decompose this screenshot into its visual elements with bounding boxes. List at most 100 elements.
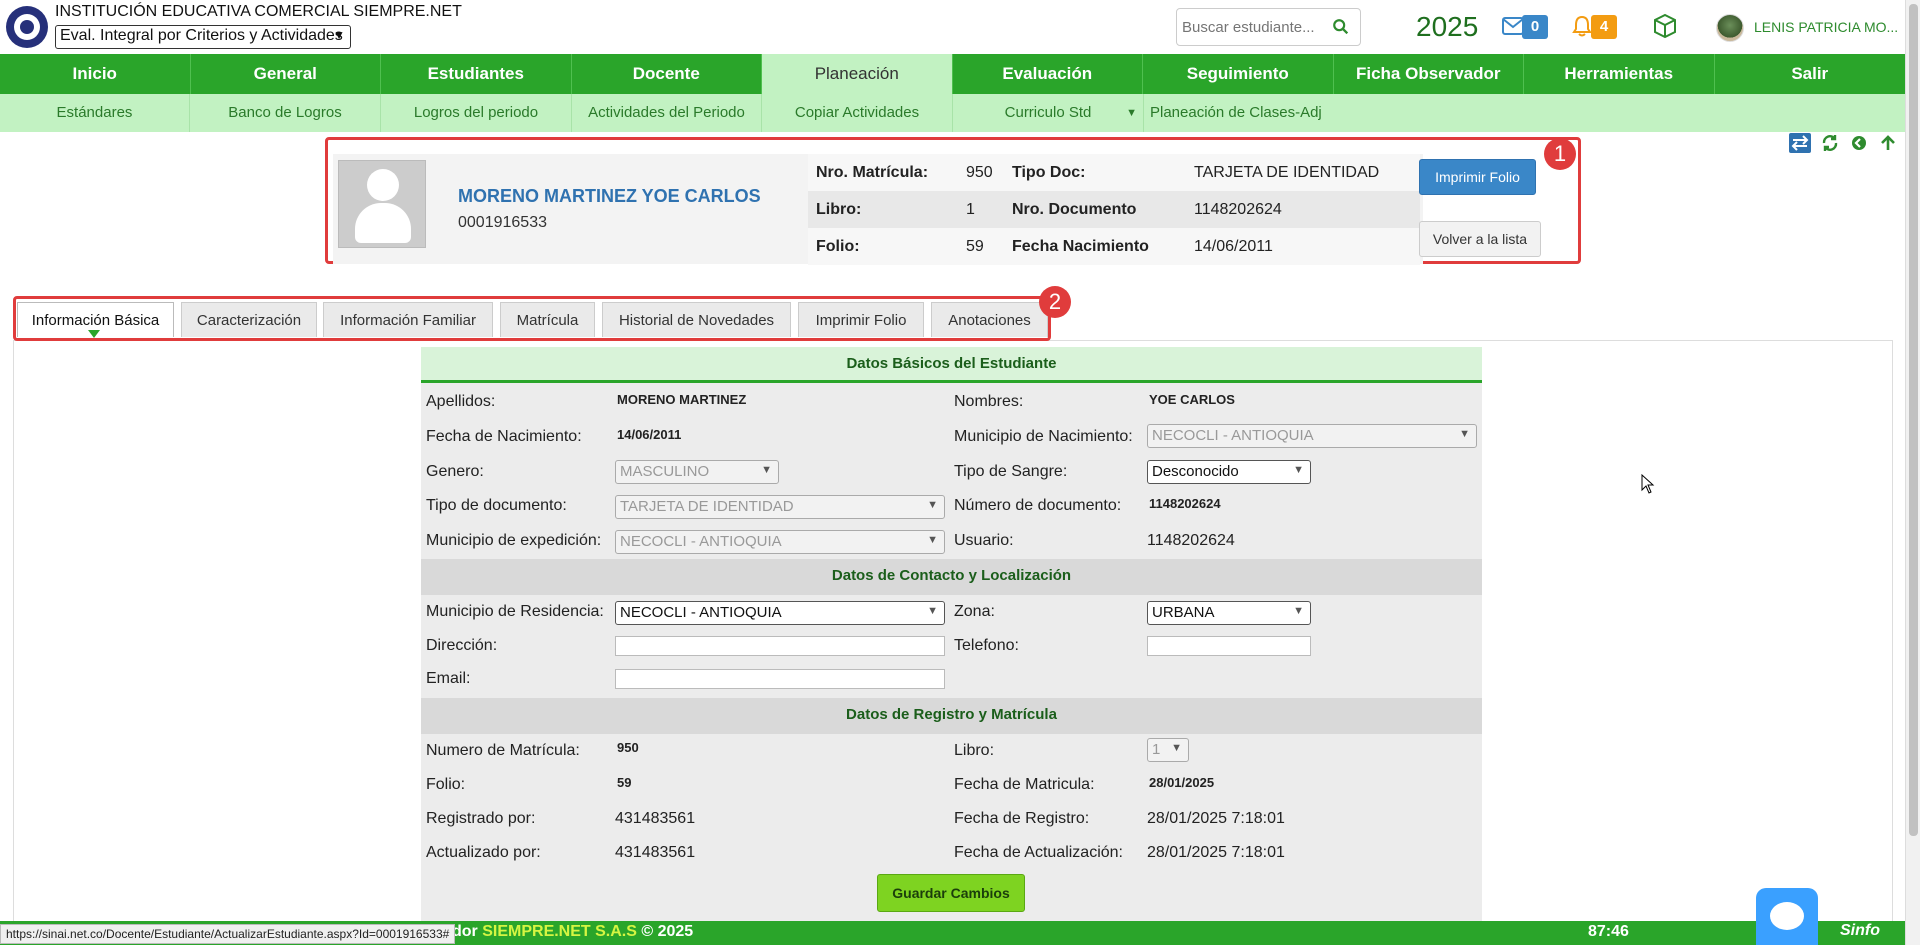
info-label: Fecha Nacimiento (1004, 228, 1186, 265)
zona-label: Zona: (954, 603, 995, 620)
chat-widget-icon[interactable] (1756, 888, 1818, 945)
nav-item-inicio[interactable]: Inicio (0, 54, 191, 94)
info-value: 14/06/2011 (1186, 228, 1420, 265)
numero-matricula-value: 950 (617, 740, 639, 755)
municipio-nacimiento-value: NECOCLI - ANTIOQUIA (1152, 427, 1314, 444)
table-row: Nro. Matrícula: 950 Tipo Doc: TARJETA DE… (808, 154, 1420, 191)
tipo-sangre-select[interactable]: Desconocido ▼ (1147, 460, 1311, 484)
eval-mode-select[interactable]: Eval. Integral por Criterios y Actividad… (55, 25, 351, 49)
save-changes-button[interactable]: Guardar Cambios (877, 874, 1025, 912)
chevron-down-icon: ▼ (1293, 464, 1304, 476)
email-input[interactable] (615, 669, 945, 689)
telefono-label: Telefono: (954, 637, 1019, 654)
annotation-marker-2: 2 (1039, 286, 1071, 318)
genero-value: MASCULINO (620, 463, 710, 480)
back-to-list-button[interactable]: Volver a la lista (1419, 221, 1541, 257)
chevron-down-icon: ▼ (927, 499, 938, 511)
subnav-item-logros-periodo[interactable]: Logros del periodo (381, 94, 572, 132)
fecha-matricula-label: Fecha de Matricula: (954, 776, 1095, 793)
municipio-residencia-value: NECOCLI - ANTIOQUIA (620, 604, 782, 621)
section-registration-data: Datos de Registro y Matrícula (421, 698, 1482, 734)
nav-item-planeacion[interactable]: Planeación (762, 54, 953, 94)
subnav-item-curriculo-std[interactable]: Curriculo Std ▼ (953, 94, 1144, 132)
nombres-label: Nombres: (954, 393, 1024, 410)
tipo-sangre-label: Tipo de Sangre: (954, 463, 1068, 480)
info-value: 59 (958, 228, 1004, 265)
student-info-table: Nro. Matrícula: 950 Tipo Doc: TARJETA DE… (808, 154, 1420, 265)
institution-logo (6, 6, 48, 48)
dropdown-arrow-icon: ▼ (1126, 107, 1137, 119)
page-scrollbar[interactable] (1905, 0, 1920, 945)
curriculo-label: Curriculo Std (1004, 104, 1092, 121)
fecha-matricula-value: 28/01/2025 (1149, 775, 1215, 790)
registrado-por-label: Registrado por: (426, 810, 536, 827)
mail-icon[interactable] (1502, 17, 1524, 35)
numero-matricula-label: Numero de Matrícula: (426, 742, 580, 759)
info-value: 950 (958, 154, 1004, 191)
school-year[interactable]: 2025 (1416, 11, 1478, 43)
student-search[interactable] (1176, 8, 1361, 46)
nav-item-seguimiento[interactable]: Seguimiento (1143, 54, 1334, 94)
mail-count-badge[interactable]: 0 (1522, 15, 1548, 39)
notification-count-badge[interactable]: 4 (1591, 15, 1617, 39)
subnav-item-estandares[interactable]: Estándares (0, 94, 190, 132)
municipio-residencia-select[interactable]: NECOCLI - ANTIOQUIA ▼ (615, 601, 945, 625)
municipio-nacimiento-label: Municipio de Nacimiento: (954, 428, 1133, 445)
swap-icon[interactable] (1789, 133, 1811, 153)
municipio-expedicion-value: NECOCLI - ANTIOQUIA (620, 533, 782, 550)
zona-select[interactable]: URBANA ▼ (1147, 601, 1311, 625)
chevron-down-icon: ▼ (927, 605, 938, 617)
print-folio-button[interactable]: Imprimir Folio (1419, 159, 1536, 195)
usuario-value: 1148202624 (1147, 532, 1235, 549)
subnav-item-copiar-actividades[interactable]: Copiar Actividades (762, 94, 953, 132)
subnav-item-actividades-periodo[interactable]: Actividades del Periodo (572, 94, 762, 132)
telefono-input[interactable] (1147, 636, 1311, 656)
genero-label: Genero: (426, 463, 484, 480)
nav-item-general[interactable]: General (191, 54, 381, 94)
person-head-icon (367, 169, 399, 201)
chevron-down-icon: ▼ (333, 28, 345, 42)
tipo-sangre-value: Desconocido (1152, 463, 1239, 480)
search-icon[interactable] (1332, 18, 1350, 36)
usuario-label: Usuario: (954, 532, 1014, 549)
info-label: Folio: (808, 228, 958, 265)
scrollbar-thumb[interactable] (1909, 4, 1918, 836)
libro-select: 1 ▼ (1147, 738, 1189, 762)
nav-item-herramientas[interactable]: Herramientas (1524, 54, 1715, 94)
nav-item-salir[interactable]: Salir (1715, 54, 1906, 94)
nav-item-estudiantes[interactable]: Estudiantes (381, 54, 572, 94)
direccion-input[interactable] (615, 636, 945, 656)
subnav-item-banco-logros[interactable]: Banco de Logros (190, 94, 381, 132)
main-nav: Inicio General Estudiantes Docente Plane… (0, 54, 1905, 94)
footer-credits: dor SIEMPRE.NET S.A.S © 2025 (452, 923, 693, 941)
fecha-nacimiento-label: Fecha de Nacimiento: (426, 428, 582, 445)
student-name: MORENO MARTINEZ YOE CARLOS (458, 186, 761, 206)
sub-nav: Estándares Banco de Logros Logros del pe… (0, 94, 1905, 132)
footer-brand[interactable]: SIEMPRE.NET S.A.S (482, 923, 637, 940)
fecha-actualizacion-value: 28/01/2025 7:18:01 (1147, 844, 1285, 861)
subnav-item-planeacion-clases[interactable]: Planeación de Clases-Adj (1144, 94, 1334, 132)
folio-value: 59 (617, 775, 632, 790)
footer-logo: Sinfo (1840, 922, 1880, 939)
actualizado-por-value: 431483561 (615, 844, 696, 861)
numero-documento-label: Número de documento: (954, 497, 1122, 514)
status-bar-url: https://sinai.net.co/Docente/Estudiante/… (0, 924, 456, 944)
refresh-icon[interactable] (1819, 133, 1841, 153)
bell-icon[interactable] (1572, 15, 1592, 37)
municipio-expedicion-label: Municipio de expedición: (426, 532, 602, 549)
genero-select: MASCULINO ▼ (615, 460, 779, 484)
back-circle-icon[interactable] (1848, 133, 1870, 153)
nav-item-evaluacion[interactable]: Evaluación (953, 54, 1143, 94)
footer-prefix: dor (452, 923, 483, 940)
fecha-nacimiento-value: 14/06/2011 (617, 427, 682, 442)
fecha-registro-value: 28/01/2025 7:18:01 (1147, 810, 1285, 827)
search-input[interactable] (1177, 9, 1327, 45)
tipo-documento-select: TARJETA DE IDENTIDAD ▼ (615, 495, 945, 519)
nav-item-docente[interactable]: Docente (572, 54, 762, 94)
cube-icon[interactable] (1652, 13, 1678, 39)
user-avatar[interactable] (1716, 14, 1744, 42)
nav-item-ficha-observador[interactable]: Ficha Observador (1334, 54, 1524, 94)
arrow-up-icon[interactable] (1877, 133, 1899, 153)
user-name[interactable]: LENIS PATRICIA MO... (1754, 19, 1898, 35)
tipo-documento-value: TARJETA DE IDENTIDAD (620, 498, 794, 515)
